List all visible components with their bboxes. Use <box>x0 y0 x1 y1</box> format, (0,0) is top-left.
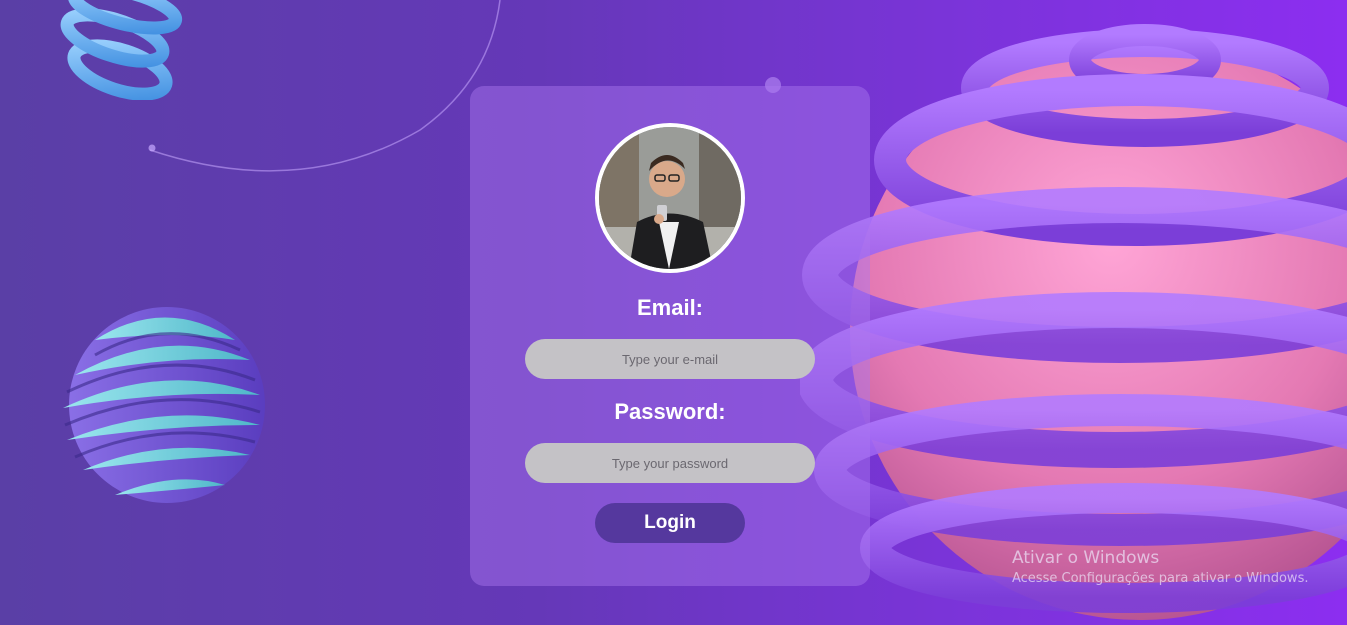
windows-activation-watermark: Ativar o Windows Acesse Configurações pa… <box>1012 548 1308 586</box>
profile-photo <box>595 123 745 273</box>
striped-sphere-shape <box>63 307 265 503</box>
login-button[interactable]: Login <box>595 503 745 543</box>
password-label: Password: <box>614 399 726 424</box>
email-label: Email: <box>636 295 704 320</box>
avatar-image <box>599 127 741 269</box>
watermark-subtitle: Acesse Configurações para ativar o Windo… <box>1012 571 1309 586</box>
login-page: Email: Password: Login Ativar o Windows … <box>0 0 1347 625</box>
password-input[interactable] <box>525 443 815 483</box>
email-input[interactable] <box>525 339 815 379</box>
login-card: Email: Password: Login <box>470 86 870 586</box>
blue-coil-shape <box>60 0 183 100</box>
watermark-title: Ativar o Windows <box>1012 548 1160 568</box>
pink-ringed-sphere-shape <box>800 24 1347 620</box>
